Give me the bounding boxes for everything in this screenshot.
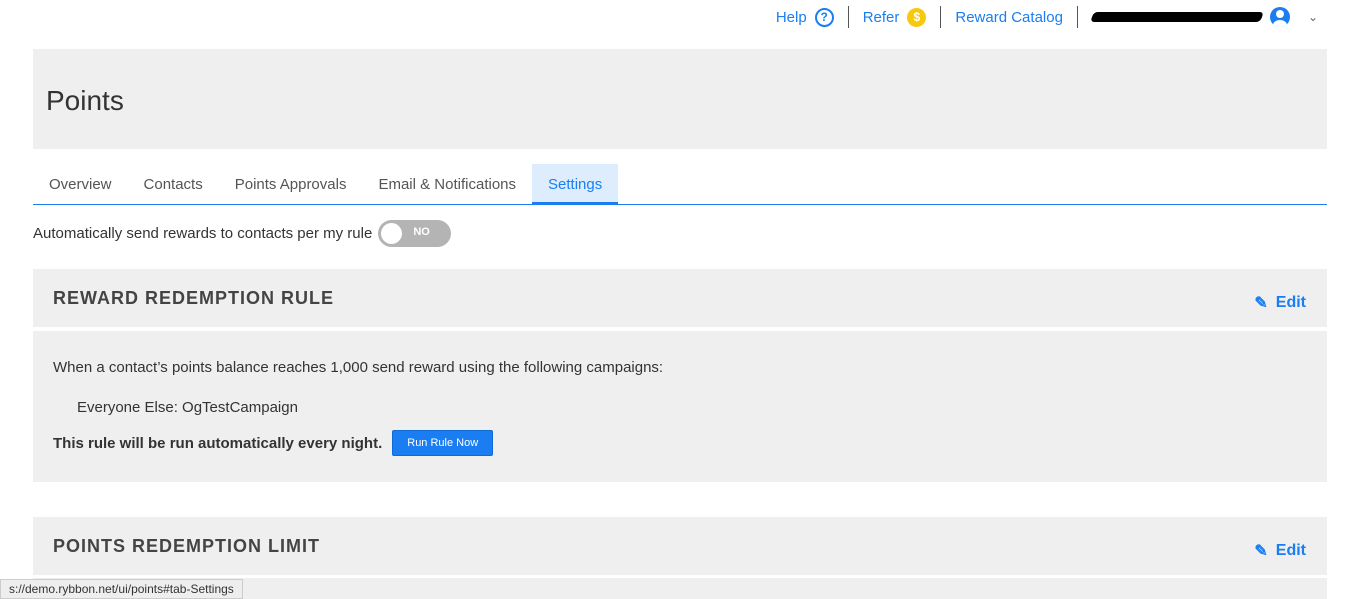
page-header: Points: [33, 49, 1327, 149]
rule-description: When a contact’s points balance reaches …: [53, 359, 664, 376]
redemption-rule-body: When a contact’s points balance reaches …: [33, 331, 1327, 482]
tab-settings[interactable]: Settings: [532, 164, 619, 204]
user-menu[interactable]: ⌄: [1078, 7, 1332, 27]
redemption-limit-header: POINTS REDEMPTION LIMIT ✎ Edit: [33, 517, 1327, 575]
redacted-username: [1090, 12, 1264, 22]
page-title: Points: [46, 85, 124, 116]
top-nav: Help? Refer $ Reward Catalog ⌄: [762, 0, 1332, 34]
edit-label: Edit: [1275, 542, 1306, 559]
redemption-rule-header: REWARD REDEMPTION RULE ✎ Edit: [33, 269, 1327, 327]
edit-label: Edit: [1275, 294, 1306, 311]
user-icon: [1269, 7, 1290, 27]
rule-note: This rule will be run automatically ever…: [53, 434, 383, 452]
pencil-icon: ✎: [1254, 295, 1268, 312]
toggle-label: NO: [413, 226, 430, 238]
section-title: POINTS REDEMPTION LIMIT: [53, 536, 321, 556]
section-title: REWARD REDEMPTION RULE: [53, 288, 335, 308]
coin-icon: $: [907, 7, 927, 27]
tab-overview[interactable]: Overview: [33, 164, 128, 204]
tab-contacts[interactable]: Contacts: [128, 164, 219, 204]
help-icon: ?: [814, 7, 834, 27]
tab-points-approvals[interactable]: Points Approvals: [219, 164, 363, 204]
refer-label: Refer: [862, 8, 900, 26]
refer-link[interactable]: Refer $: [849, 7, 941, 27]
tab-email-notifications[interactable]: Email & Notifications: [362, 164, 532, 204]
auto-send-label: Automatically send rewards to contacts p…: [33, 225, 373, 242]
auto-send-setting: Automatically send rewards to contacts p…: [33, 220, 452, 247]
chevron-down-icon: ⌄: [1307, 10, 1318, 24]
run-rule-now-button[interactable]: Run Rule Now: [392, 430, 494, 456]
help-label: Help: [775, 8, 807, 26]
edit-rule-button[interactable]: ✎ Edit: [1254, 293, 1306, 313]
rule-campaign: Everyone Else: OgTestCampaign: [77, 399, 298, 416]
edit-limit-button[interactable]: ✎ Edit: [1254, 541, 1306, 561]
toggle-knob: [381, 223, 403, 244]
tab-bar: Overview Contacts Points Approvals Email…: [33, 164, 1327, 205]
status-bar-url: s://demo.rybbon.net/ui/points#tab-Settin…: [0, 579, 243, 599]
pencil-icon: ✎: [1254, 543, 1268, 560]
reward-catalog-link[interactable]: Reward Catalog: [941, 9, 1077, 26]
auto-send-toggle[interactable]: NO: [378, 220, 452, 247]
help-link[interactable]: Help?: [762, 7, 848, 27]
